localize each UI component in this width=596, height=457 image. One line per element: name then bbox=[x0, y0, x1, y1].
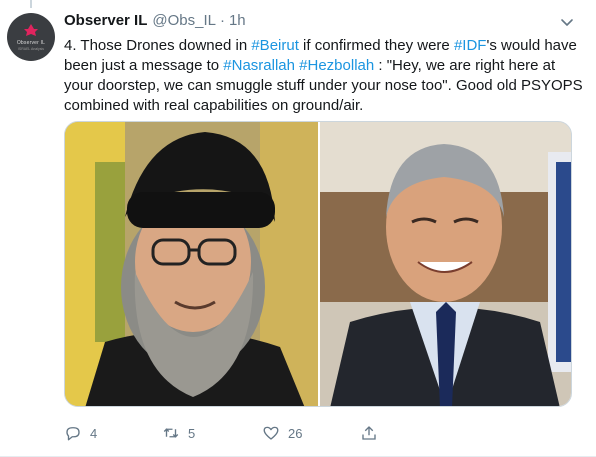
chevron-down-icon[interactable] bbox=[559, 14, 575, 30]
retweet-icon bbox=[163, 428, 179, 438]
user-handle[interactable]: @Obs_IL bbox=[152, 12, 216, 29]
thread-connector bbox=[30, 0, 32, 8]
hashtag-link[interactable]: #Beirut bbox=[251, 37, 299, 54]
tweet-text: 4. Those Drones downed in #Beirut if con… bbox=[64, 36, 584, 116]
tweet-media[interactable] bbox=[64, 121, 572, 407]
hashtag-link[interactable]: #IDF bbox=[454, 37, 487, 54]
display-name[interactable]: Observer IL bbox=[64, 12, 147, 29]
tweet-text-segment: 4. Those Drones downed in bbox=[64, 37, 252, 54]
reply-icon bbox=[66, 427, 80, 441]
tweet-text-segment: if confirmed they were bbox=[298, 37, 454, 54]
retweet-button[interactable]: 5 bbox=[162, 421, 195, 445]
timestamp[interactable]: 1h bbox=[229, 12, 246, 29]
photo-right[interactable] bbox=[320, 122, 571, 406]
hashtag-link[interactable]: #Nasrallah bbox=[223, 57, 295, 74]
photo-left[interactable] bbox=[65, 122, 318, 406]
avatar[interactable]: Observer IL ISRAEL Analysis bbox=[7, 13, 55, 61]
share-button[interactable] bbox=[360, 421, 386, 445]
retweet-count: 5 bbox=[188, 425, 196, 441]
hashtag-link[interactable]: #Hezbollah bbox=[299, 57, 374, 74]
avatar-logo-text: Observer IL bbox=[16, 40, 46, 46]
tweet[interactable]: Observer IL ISRAEL Analysis Observer IL … bbox=[0, 0, 596, 457]
like-count: 26 bbox=[288, 425, 303, 441]
like-icon bbox=[263, 426, 279, 440]
reply-button[interactable]: 4 bbox=[64, 421, 97, 445]
like-button[interactable]: 26 bbox=[262, 421, 302, 445]
observer-logo-icon bbox=[24, 24, 38, 36]
header-separator: · bbox=[219, 12, 225, 29]
tweet-actions: 4 5 26 bbox=[64, 421, 394, 445]
avatar-logo-subtext: ISRAEL Analysis bbox=[17, 47, 45, 51]
share-icon bbox=[362, 426, 376, 440]
tweet-header: Observer IL @Obs_IL · 1h bbox=[64, 12, 246, 32]
reply-count: 4 bbox=[90, 425, 98, 441]
